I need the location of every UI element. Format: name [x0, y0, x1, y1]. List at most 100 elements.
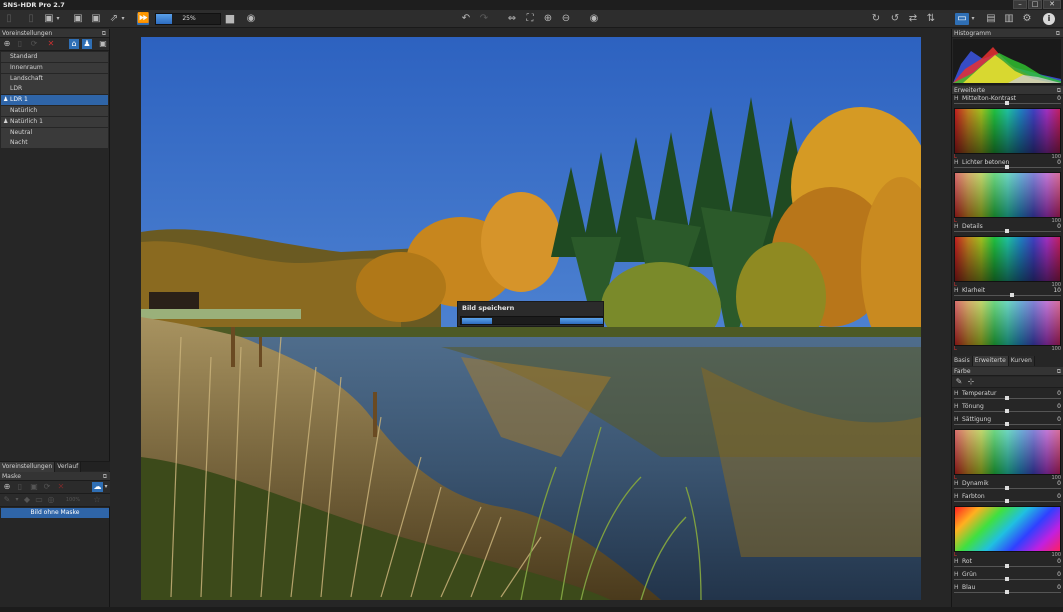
new-file-icon[interactable]: ▯	[3, 13, 15, 25]
panel-pin-icon[interactable]: ⧉	[102, 29, 106, 38]
slider-rot[interactable]: H Rot 0	[952, 558, 1063, 570]
slider-thumb[interactable]	[1005, 564, 1009, 568]
preset-item[interactable]: Neutral	[1, 127, 108, 138]
delete-preset-icon[interactable]: ✕	[46, 39, 56, 49]
slider-sättigung[interactable]: H Sättigung 0	[952, 416, 1063, 428]
preset-item[interactable]: Natürlich	[1, 105, 108, 116]
preset-item[interactable]: ♟ LDR 1	[1, 95, 108, 106]
preset-item[interactable]: Landschaft	[1, 73, 108, 84]
preset-item[interactable]: Standard	[1, 52, 108, 62]
panel-pin-icon[interactable]: ⧉	[103, 472, 107, 481]
chevron-down-icon[interactable]: ▾	[120, 13, 126, 25]
layout-panels-icon[interactable]: ▥	[1003, 13, 1015, 25]
image-icon[interactable]: ▣	[98, 39, 108, 49]
slider-thumb[interactable]	[1005, 422, 1009, 426]
eraser-icon[interactable]: ▭	[34, 495, 44, 505]
delete-mask-icon[interactable]: ✕	[56, 482, 66, 492]
mask-zoom[interactable]: 100%	[62, 495, 84, 505]
flip-horizontal-icon[interactable]: ⇄	[907, 13, 919, 25]
stop-icon[interactable]: ■	[224, 13, 236, 25]
slider-grün[interactable]: H Grün 0	[952, 571, 1063, 583]
histogram-toggle-icon[interactable]: H	[954, 96, 960, 102]
slider-temperatur[interactable]: H Temperatur 0	[952, 390, 1063, 402]
zoom-in-icon[interactable]: ⊕	[542, 13, 554, 25]
export-icon[interactable]: ⇗	[108, 13, 120, 25]
save-as-icon[interactable]: ▣	[90, 13, 102, 25]
panel-pin-icon[interactable]: ⧉	[1057, 86, 1061, 95]
mask-refresh-icon[interactable]: ⟳	[42, 482, 52, 492]
close-button[interactable]: ✕	[1043, 0, 1061, 9]
rotate-left-icon[interactable]: ↺	[889, 13, 901, 25]
mask-item[interactable]: Bild ohne Maske	[1, 508, 109, 518]
save-menu-icon[interactable]: ▣	[43, 13, 55, 25]
slider-thumb[interactable]	[1005, 486, 1009, 490]
histogram-toggle-icon[interactable]: H	[954, 404, 960, 410]
add-mask-icon[interactable]: ⊕	[2, 482, 12, 492]
layout-single-icon[interactable]: ▤	[985, 13, 997, 25]
chevron-down-icon[interactable]: ▾	[103, 482, 109, 492]
slider-klarheit[interactable]: H Klarheit 10	[952, 287, 1063, 299]
histogram-toggle-icon[interactable]: H	[954, 224, 960, 230]
slider-dynamik[interactable]: H Dynamik 0	[952, 480, 1063, 492]
slider-track[interactable]	[954, 295, 1061, 296]
slider-mittelton-kontrast[interactable]: H Mittelton-Kontrast 0	[952, 95, 1063, 107]
tab-curves[interactable]: Kurven	[1008, 356, 1035, 366]
slider-lichter-betonen[interactable]: H Lichter betonen 0	[952, 159, 1063, 171]
undo-icon[interactable]: ↶	[460, 13, 472, 25]
slider-tönung[interactable]: H Tönung 0	[952, 403, 1063, 415]
chevron-down-icon[interactable]: ▾	[55, 13, 61, 25]
rotate-right-icon[interactable]: ↻	[870, 13, 882, 25]
mask-layer-icon[interactable]: ▣	[29, 482, 39, 492]
zoom-out-icon[interactable]: ⊖	[560, 13, 572, 25]
cloud-icon[interactable]: ☁	[92, 482, 103, 492]
slider-thumb[interactable]	[1005, 396, 1009, 400]
slider-thumb[interactable]	[1005, 229, 1009, 233]
histogram-toggle-icon[interactable]: H	[954, 391, 960, 397]
preset-item[interactable]: ♟ Natürlich 1	[1, 116, 108, 127]
process-forward-icon[interactable]: ⏩	[137, 13, 149, 25]
eyedropper-icon[interactable]: ✎	[954, 377, 964, 387]
panel-pin-icon[interactable]: ⧉	[1057, 367, 1061, 376]
copy-mask-icon[interactable]: ▯	[15, 482, 25, 492]
slider-thumb[interactable]	[1005, 499, 1009, 503]
camera-icon[interactable]: ◉	[245, 13, 257, 25]
histogram-toggle-icon[interactable]: H	[954, 559, 960, 565]
add-preset-icon[interactable]: ⊕	[2, 39, 12, 49]
home-icon[interactable]: ⌂	[69, 39, 79, 49]
slider-farbton[interactable]: H Farbton 0	[952, 493, 1063, 505]
histogram-toggle-icon[interactable]: H	[954, 494, 960, 500]
preset-item[interactable]: Nacht	[1, 138, 108, 149]
mask-view-icon[interactable]: ◎	[46, 495, 56, 505]
tab-advanced[interactable]: Erweiterte	[972, 356, 1009, 366]
info-icon[interactable]: i	[1043, 13, 1055, 25]
fill-icon[interactable]: ◆	[22, 495, 32, 505]
slider-thumb[interactable]	[1010, 293, 1015, 297]
flip-vertical-icon[interactable]: ⇅	[925, 13, 937, 25]
slider-thumb[interactable]	[1005, 577, 1009, 581]
redo-icon[interactable]: ↷	[478, 13, 490, 25]
tab-presets[interactable]: Voreinstellungen	[0, 462, 56, 472]
slider-thumb[interactable]	[1005, 101, 1009, 105]
monitor-icon[interactable]: ▭	[955, 13, 969, 25]
histogram-toggle-icon[interactable]: H	[954, 160, 960, 166]
copy-preset-icon[interactable]: ▯	[15, 39, 25, 49]
chevron-down-icon[interactable]: ▾	[970, 13, 976, 25]
histogram-toggle-icon[interactable]: H	[954, 572, 960, 578]
fit-width-icon[interactable]: ⇔	[506, 13, 518, 25]
star-icon[interactable]: ☆	[92, 495, 102, 505]
fit-screen-icon[interactable]: ⛶	[524, 13, 536, 25]
histogram-toggle-icon[interactable]: H	[954, 288, 960, 294]
brush-icon[interactable]: ✎	[2, 495, 12, 505]
slider-thumb[interactable]	[1005, 409, 1009, 413]
open-file-icon[interactable]: ▯	[25, 13, 37, 25]
maximize-button[interactable]: □	[1028, 0, 1042, 9]
preset-item[interactable]: Innenraum	[1, 62, 108, 73]
slider-thumb[interactable]	[1005, 165, 1009, 169]
slider-thumb[interactable]	[1005, 590, 1009, 594]
histogram-toggle-icon[interactable]: H	[954, 417, 960, 423]
tab-basis[interactable]: Basis	[952, 356, 973, 366]
target-icon[interactable]: ⊹	[966, 377, 976, 387]
chevron-down-icon[interactable]: ▾	[12, 495, 22, 505]
minimize-button[interactable]: –	[1013, 0, 1027, 9]
slider-blau[interactable]: H Blau 0	[952, 584, 1063, 596]
